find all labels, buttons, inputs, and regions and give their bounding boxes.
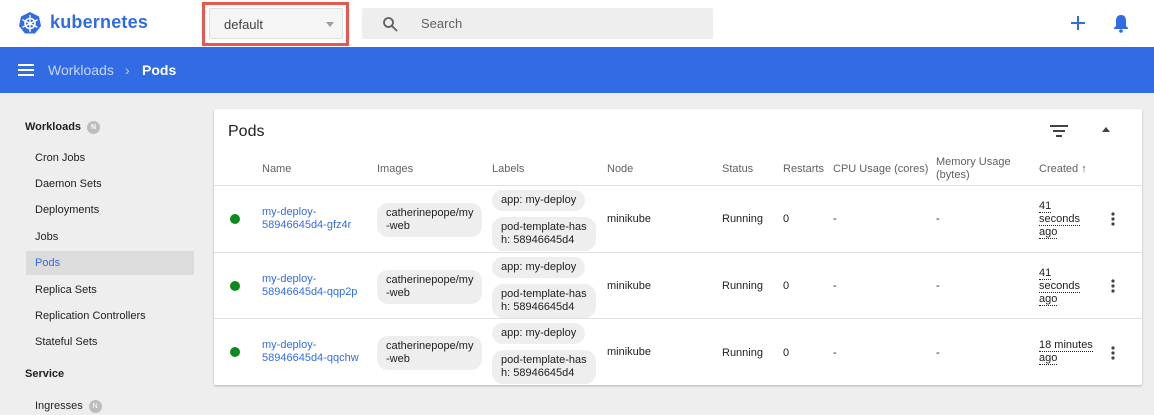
sidebar-item-cron-jobs[interactable]: Cron Jobs xyxy=(26,146,194,170)
search-icon xyxy=(383,17,398,32)
breadcrumb-pods: Pods xyxy=(142,62,177,78)
breadcrumb-workloads[interactable]: Workloads xyxy=(48,62,114,78)
table-row: my-deploy- 58946645d4-qqchw catherinepope… xyxy=(214,319,1142,385)
card-title: Pods xyxy=(228,123,265,140)
kubernetes-logo-icon[interactable] xyxy=(18,11,42,35)
table-row: my-deploy- 58946645d4-qqp2p catherinepope… xyxy=(214,253,1142,319)
top-bar: kubernetes default Search xyxy=(0,0,1154,47)
cpu-cell: - xyxy=(833,347,837,359)
breadcrumb-separator: › xyxy=(125,62,130,78)
pod-name-link[interactable]: my-deploy- 58946645d4-gfz4r xyxy=(262,206,351,232)
column-header-images: Images xyxy=(377,163,414,175)
restarts-cell: 0 xyxy=(783,280,790,292)
status-running-icon xyxy=(230,214,240,224)
column-header-status[interactable]: Status xyxy=(722,163,753,176)
column-header-labels: Labels xyxy=(492,163,525,175)
more-vert-icon[interactable] xyxy=(1111,279,1115,293)
search-input[interactable]: Search xyxy=(362,8,713,39)
cpu-cell: - xyxy=(833,213,837,225)
sidebar-item-replica-sets[interactable]: Replica Sets xyxy=(26,278,194,302)
column-header-restarts[interactable]: Restarts xyxy=(783,163,824,176)
column-header-node[interactable]: Node xyxy=(607,163,633,176)
more-vert-icon[interactable] xyxy=(1111,346,1115,360)
image-chip: catherinepope/my -web xyxy=(377,203,483,237)
sidebar-item-ingresses[interactable]: Ingresses N xyxy=(26,394,194,415)
create-plus-icon[interactable] xyxy=(1069,14,1087,32)
sidebar-section-service[interactable]: Service xyxy=(25,368,64,380)
menu-icon[interactable] xyxy=(18,63,34,77)
node-cell: minikube xyxy=(607,280,652,292)
status-running-icon xyxy=(230,281,240,291)
sidebar-item-deployments[interactable]: Deployments xyxy=(26,198,194,222)
label-chip: app: my-deploy xyxy=(492,257,586,278)
filter-icon[interactable] xyxy=(1050,125,1068,137)
more-vert-icon[interactable] xyxy=(1111,212,1115,226)
column-header-name[interactable]: Name xyxy=(262,163,291,176)
memory-cell: - xyxy=(936,347,940,359)
sidebar-item-stateful-sets[interactable]: Stateful Sets xyxy=(26,330,194,354)
table-row: my-deploy- 58946645d4-gfz4r catherinepope… xyxy=(214,186,1142,252)
namespace-selector[interactable]: default xyxy=(209,8,343,39)
namespace-value: default xyxy=(224,17,264,32)
label-chip: app: my-deploy xyxy=(492,190,586,211)
cpu-cell: - xyxy=(833,280,837,292)
notifications-bell-icon[interactable] xyxy=(1112,13,1130,33)
column-header-created[interactable]: Created ↑ xyxy=(1039,163,1087,176)
sidebar-section-label: Workloads xyxy=(25,121,82,133)
namespaced-badge: N xyxy=(88,400,102,413)
restarts-cell: 0 xyxy=(783,347,790,359)
sidebar-item-daemon-sets[interactable]: Daemon Sets xyxy=(26,172,194,196)
image-chip: catherinepope/my -web xyxy=(377,336,483,370)
pod-name-link[interactable]: my-deploy- 58946645d4-qqp2p xyxy=(262,273,357,299)
label-chip: pod-template-has h: 58946645d4 xyxy=(492,350,596,384)
search-placeholder: Search xyxy=(421,16,463,31)
pods-card: Pods Name Images Labels Node Status Rest… xyxy=(214,109,1142,385)
namespaced-badge: N xyxy=(87,121,101,134)
status-cell: Running xyxy=(722,213,763,225)
collapse-arrow-icon[interactable] xyxy=(1102,127,1110,132)
pod-name-link[interactable]: my-deploy- 58946645d4-qqchw xyxy=(262,339,359,365)
label-chip: pod-template-has h: 58946645d4 xyxy=(492,284,596,318)
created-cell: 18 minutes ago xyxy=(1039,339,1093,365)
status-cell: Running xyxy=(722,347,763,359)
sidebar-item-jobs[interactable]: Jobs xyxy=(26,225,194,249)
sidebar-item-replication-controllers[interactable]: Replication Controllers xyxy=(26,304,194,328)
memory-cell: - xyxy=(936,213,940,225)
sidebar-section-workloads[interactable]: Workloads N xyxy=(25,121,101,134)
status-cell: Running xyxy=(722,280,763,292)
restarts-cell: 0 xyxy=(783,213,790,225)
column-header-memory: Memory Usage (bytes) xyxy=(936,156,1011,181)
node-cell: minikube xyxy=(607,346,652,358)
memory-cell: - xyxy=(936,280,940,292)
sidebar-item-label: Ingresses xyxy=(35,400,83,412)
created-cell: 41 seconds ago xyxy=(1039,267,1080,306)
label-chip: app: my-deploy xyxy=(492,323,586,344)
status-running-icon xyxy=(230,347,240,357)
caret-down-icon xyxy=(326,22,334,27)
label-chip: pod-template-has h: 58946645d4 xyxy=(492,217,596,251)
brand-name[interactable]: kubernetes xyxy=(50,12,148,33)
sidebar-item-pods[interactable]: Pods xyxy=(26,251,194,275)
breadcrumb-toolbar: Workloads › Pods xyxy=(0,47,1154,93)
image-chip: catherinepope/my -web xyxy=(377,270,483,304)
node-cell: minikube xyxy=(607,213,652,225)
created-cell: 41 seconds ago xyxy=(1039,200,1080,239)
column-header-cpu: CPU Usage (cores) xyxy=(833,163,929,175)
